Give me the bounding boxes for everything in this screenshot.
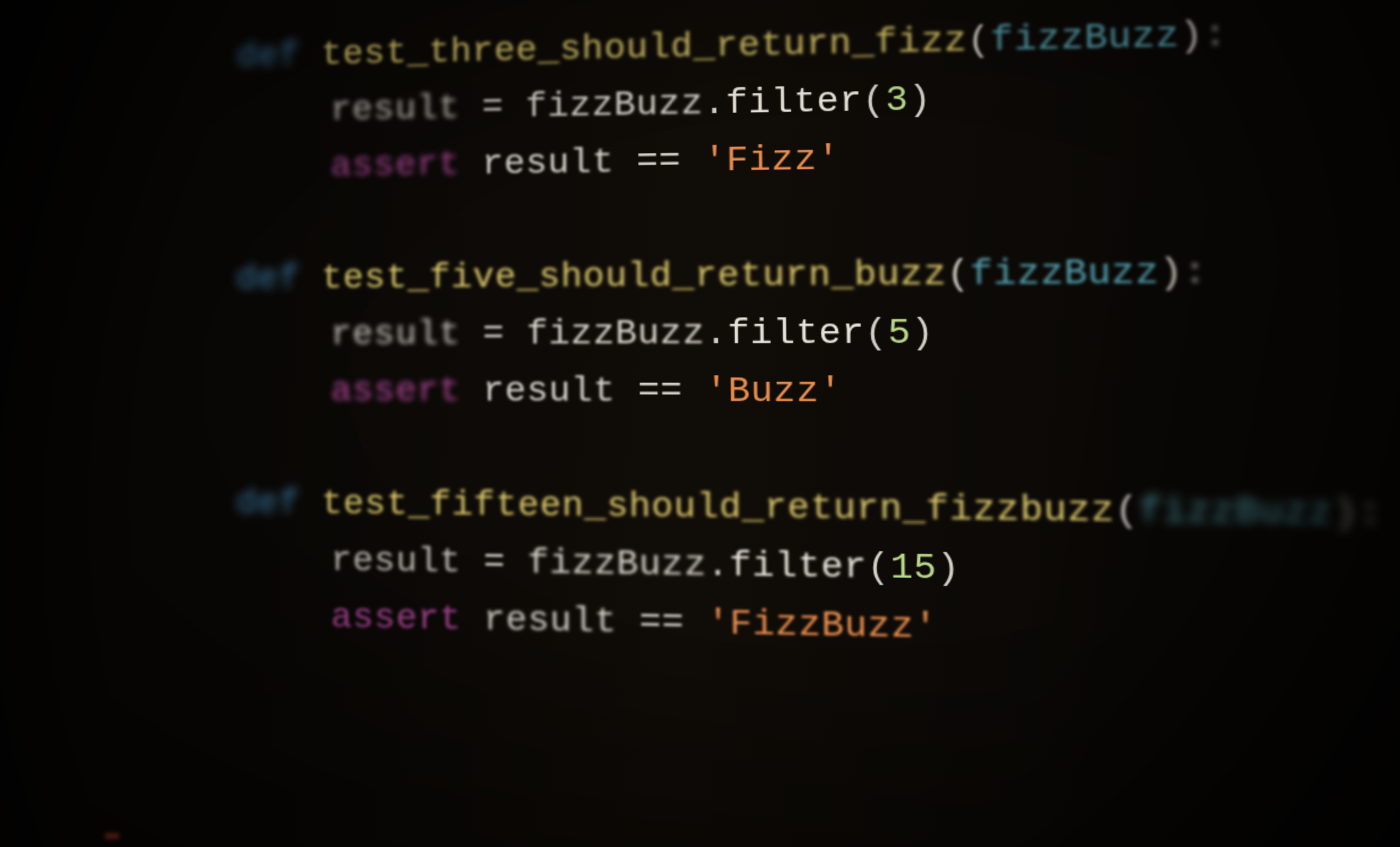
open-paren: ( bbox=[862, 81, 885, 121]
parameter: fizzBuzz bbox=[970, 253, 1160, 295]
variable: result bbox=[331, 315, 461, 354]
number-literal: 3 bbox=[885, 81, 909, 121]
line-number bbox=[41, 198, 82, 253]
dot: . bbox=[706, 546, 729, 586]
code-line[interactable]: assert result == 'Buzz' bbox=[112, 363, 1381, 423]
function-name: test_five_should_return_buzz bbox=[321, 255, 947, 298]
number-literal: 15 bbox=[890, 548, 937, 589]
close-paren: ) bbox=[908, 80, 932, 120]
cursor-indicator bbox=[105, 833, 119, 839]
function-name: test_fifteen_should_return_fizzbuzz bbox=[322, 485, 1116, 532]
close-paren: ) bbox=[1179, 16, 1204, 57]
line-number bbox=[40, 530, 81, 586]
close-paren: ) bbox=[937, 549, 961, 590]
keyword-assert: assert bbox=[331, 146, 461, 186]
method-call: filter bbox=[727, 314, 864, 354]
equals-operator: == bbox=[636, 142, 681, 182]
method-call: filter bbox=[726, 82, 863, 124]
close-paren: ) bbox=[911, 313, 935, 353]
dot: . bbox=[705, 314, 728, 354]
open-paren: ( bbox=[967, 21, 991, 61]
parameter: fizzBuzz bbox=[1139, 491, 1334, 534]
assign-operator: = bbox=[482, 315, 504, 354]
keyword-assert: assert bbox=[331, 598, 462, 639]
line-number bbox=[39, 697, 80, 754]
line-number bbox=[41, 253, 82, 308]
variable: result bbox=[330, 89, 459, 130]
blank-line[interactable] bbox=[112, 419, 1382, 484]
open-paren: ( bbox=[867, 548, 891, 589]
variable: result bbox=[483, 601, 616, 643]
colon: : bbox=[1357, 493, 1382, 535]
variable: result bbox=[331, 542, 462, 583]
equals-operator: == bbox=[639, 603, 684, 644]
close-paren: ) bbox=[1159, 253, 1184, 294]
open-paren: ( bbox=[864, 314, 888, 354]
string-literal: 'FizzBuzz' bbox=[707, 604, 938, 648]
line-number bbox=[41, 143, 82, 198]
object-ref: fizzBuzz bbox=[527, 544, 706, 586]
object-ref: fizzBuzz bbox=[525, 85, 703, 127]
line-number bbox=[40, 474, 81, 530]
colon: : bbox=[1183, 253, 1208, 294]
method-call: filter bbox=[729, 546, 867, 588]
open-paren: ( bbox=[946, 255, 970, 295]
string-literal: 'Fizz' bbox=[704, 140, 841, 181]
line-number bbox=[40, 364, 81, 419]
line-number bbox=[41, 88, 82, 144]
function-name: test_three_should_return_fizz bbox=[321, 21, 967, 74]
code-line[interactable]: def test_five_should_return_buzz(fizzBuz… bbox=[112, 243, 1378, 309]
line-number bbox=[39, 641, 80, 698]
open-paren: ( bbox=[1115, 491, 1140, 532]
close-paren: ) bbox=[1333, 493, 1358, 535]
assign-operator: = bbox=[483, 543, 505, 583]
line-number-gutter bbox=[39, 33, 113, 755]
line-number bbox=[42, 34, 83, 90]
keyword-def: def bbox=[236, 37, 300, 76]
line-number bbox=[40, 419, 81, 475]
code-line[interactable]: result = fizzBuzz.filter(5) bbox=[112, 303, 1380, 364]
code-content[interactable]: def test_three_should_return_fizz(fizzBu… bbox=[111, 3, 1388, 789]
line-number bbox=[39, 585, 80, 641]
number-literal: 5 bbox=[888, 314, 912, 354]
equals-operator: == bbox=[638, 372, 683, 412]
keyword-def: def bbox=[236, 260, 300, 299]
string-literal: 'Buzz' bbox=[705, 372, 842, 412]
code-editor[interactable]: def test_three_should_return_fizz(fizzBu… bbox=[0, 0, 1400, 794]
assign-operator: = bbox=[482, 88, 504, 127]
line-number bbox=[41, 309, 82, 364]
parameter: fizzBuzz bbox=[990, 17, 1180, 61]
dot: . bbox=[703, 84, 726, 124]
object-ref: fizzBuzz bbox=[526, 314, 705, 354]
variable: result bbox=[483, 372, 616, 411]
keyword-def: def bbox=[236, 484, 300, 523]
colon: : bbox=[1203, 15, 1228, 56]
variable: result bbox=[482, 143, 614, 184]
keyword-assert: assert bbox=[331, 372, 461, 411]
